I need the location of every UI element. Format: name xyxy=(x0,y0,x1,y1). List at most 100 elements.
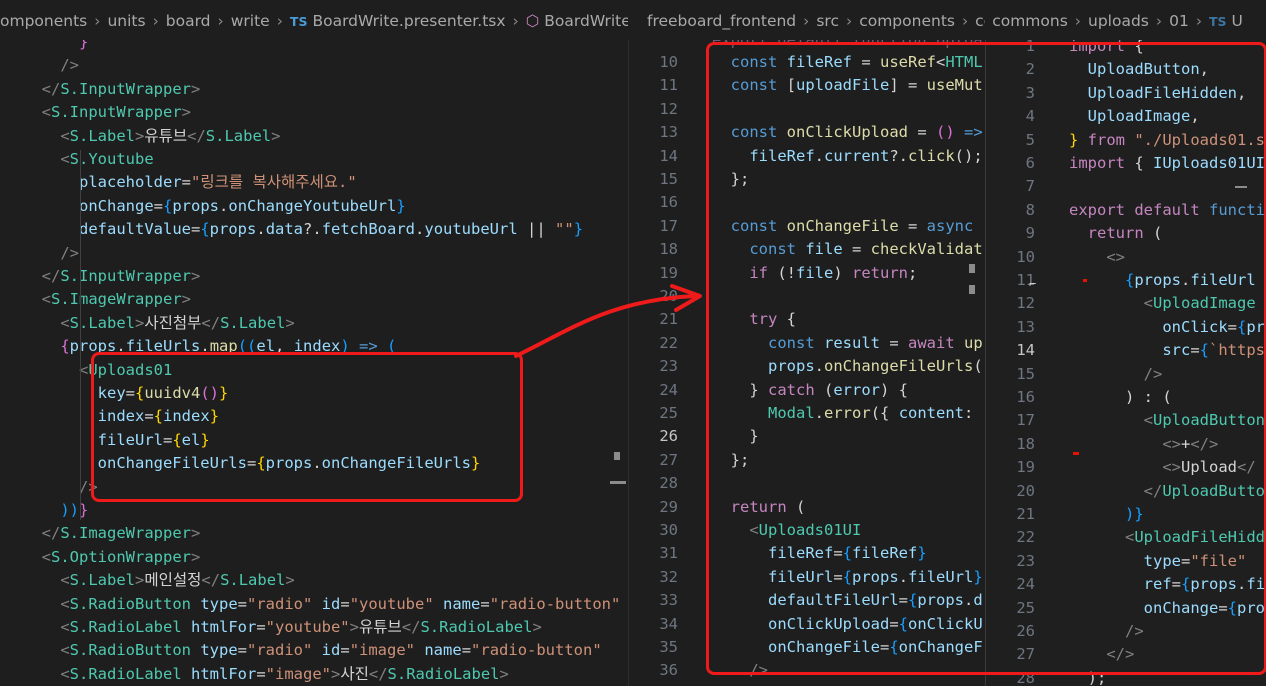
code-line[interactable]: </S.ImageWrapper> xyxy=(0,522,628,545)
breadcrumb-file[interactable]: U xyxy=(1232,0,1243,42)
breadcrumb-item[interactable]: components xyxy=(859,0,955,42)
code-token: </ xyxy=(187,126,206,145)
breadcrumb-item[interactable]: omponents xyxy=(0,0,87,42)
code-line[interactable]: <S.RadioLabel htmlFor="youtube">유튜브</S.R… xyxy=(0,616,628,639)
code-text: <S.OptionWrapper> xyxy=(23,546,201,569)
code-token: S.InputWrapper xyxy=(51,103,182,122)
code-line[interactable]: </S.InputWrapper> xyxy=(0,78,628,101)
code-token: defaultValue xyxy=(79,220,191,239)
code-token: > xyxy=(181,103,192,122)
code-token: { xyxy=(60,337,70,356)
code-line[interactable]: <S.Label>메인설정</S.Label> xyxy=(0,569,628,592)
editor-pane-board-write[interactable]: omponents › units › board › write › TS BoardWrite… xyxy=(0,0,628,686)
code-token: name xyxy=(433,594,481,613)
line-number: 19 xyxy=(659,263,678,282)
code-line[interactable]: /> xyxy=(0,242,628,265)
code-token: id xyxy=(312,594,341,613)
pane-divider[interactable] xyxy=(628,0,629,686)
line-number: 12 xyxy=(659,99,678,118)
chevron-right-icon: › xyxy=(846,12,853,30)
line-number: 34 xyxy=(659,614,678,633)
code-text: placeholder="링크를 복사해주세요." xyxy=(23,171,357,194)
code-line[interactable]: <S.Youtube xyxy=(0,148,628,171)
code-token: /> xyxy=(60,243,79,262)
breadcrumb-item[interactable]: write xyxy=(231,0,270,42)
breadcrumb-file[interactable]: BoardWrite.presenter.tsx xyxy=(312,0,505,42)
code-token: . xyxy=(415,220,425,239)
code-token: } xyxy=(573,220,584,239)
code-token: 메인설정 xyxy=(144,571,202,590)
breadcrumb-item[interactable]: uploads xyxy=(1088,0,1149,42)
line-number: 21 xyxy=(659,310,678,329)
code-line[interactable]: <S.Label>사진첨부</S.Label> xyxy=(0,312,628,335)
code-line[interactable]: ))} xyxy=(0,499,628,522)
code-line[interactable]: <S.OptionWrapper> xyxy=(0,546,628,569)
code-text: <S.Youtube xyxy=(23,148,154,171)
code-token: > xyxy=(285,571,295,590)
breadcrumb-item[interactable]: freeboard_frontend xyxy=(647,0,796,42)
code-line[interactable]: <S.RadioButton type="radio" id="youtube"… xyxy=(0,593,628,616)
code-token: < xyxy=(60,571,70,590)
code-token: } xyxy=(396,196,406,215)
code-token: S.RadioLabel xyxy=(387,664,500,683)
code-text: </S.InputWrapper> xyxy=(23,78,201,101)
line-number: 35 xyxy=(659,638,678,656)
chevron-right-icon: › xyxy=(217,12,224,30)
code-token: > xyxy=(330,664,341,683)
code-token: < xyxy=(41,290,52,309)
line-number: 24 xyxy=(659,380,678,399)
code-token: > xyxy=(191,267,201,285)
line-number: 20 xyxy=(659,287,678,305)
code-line[interactable]: </S.InputWrapper> xyxy=(0,265,628,288)
code-token: > xyxy=(135,313,145,332)
code-token: S.InputWrapper xyxy=(60,79,191,98)
code-token: placeholder xyxy=(79,173,182,192)
code-token: onChangeYoutubeUrl xyxy=(228,196,397,215)
breadcrumb-item[interactable]: board xyxy=(166,0,211,42)
line-number: 11 xyxy=(659,76,678,95)
code-line[interactable]: <S.RadioLabel htmlFor="image">사진</S.Radi… xyxy=(0,663,628,686)
breadcrumb: omponents › units › board › write › TS BoardWrite… xyxy=(0,0,628,40)
code-line[interactable]: <S.ImageWrapper> xyxy=(0,288,628,311)
code-token: { xyxy=(163,196,173,215)
code-token: type xyxy=(191,641,238,660)
code-token: S.ImageWrapper xyxy=(51,290,182,309)
code-line[interactable]: <S.RadioButton type="radio" id="image" n… xyxy=(0,639,628,662)
code-token: id xyxy=(312,641,341,660)
code-text: /> xyxy=(23,242,79,265)
breadcrumb-item[interactable]: src xyxy=(816,0,839,42)
code-token: > xyxy=(499,664,509,683)
code-token: S.Youtube xyxy=(69,150,154,168)
line-number: 18 xyxy=(659,240,678,259)
chevron-right-icon: › xyxy=(94,12,101,30)
code-line[interactable]: defaultValue={props.data?.fetchBoard.you… xyxy=(0,218,628,241)
code-text: <S.Label>유튜브</S.Label> xyxy=(23,125,280,148)
code-token: = xyxy=(340,594,350,613)
code-token: ?. xyxy=(303,220,322,239)
breadcrumb-item[interactable]: commons xyxy=(992,0,1068,42)
breadcrumb-symbol[interactable]: BoardWriteUI xyxy=(544,0,628,42)
breadcrumb-item[interactable]: 01 xyxy=(1169,0,1189,42)
code-line[interactable]: placeholder="링크를 복사해주세요." xyxy=(0,171,628,194)
code-token: . xyxy=(219,196,229,215)
breadcrumb-item[interactable]: units xyxy=(107,0,145,42)
code-token: < xyxy=(60,594,70,613)
code-line[interactable]: <S.Label>유튜브</S.Label> xyxy=(0,125,628,148)
chevron-right-icon: › xyxy=(961,12,969,30)
line-number: 28 xyxy=(659,474,678,493)
annotation-box-uploads01-usage xyxy=(91,352,523,502)
breadcrumb-item[interactable]: co xyxy=(975,0,985,42)
code-line[interactable]: /> xyxy=(0,54,628,77)
line-number: 14 xyxy=(659,146,678,165)
code-line[interactable]: onChange={props.onChangeYoutubeUrl} xyxy=(0,195,628,218)
code-line[interactable]: <S.InputWrapper> xyxy=(0,101,628,124)
line-number: 27 xyxy=(659,450,678,469)
code-token: data xyxy=(265,220,304,239)
